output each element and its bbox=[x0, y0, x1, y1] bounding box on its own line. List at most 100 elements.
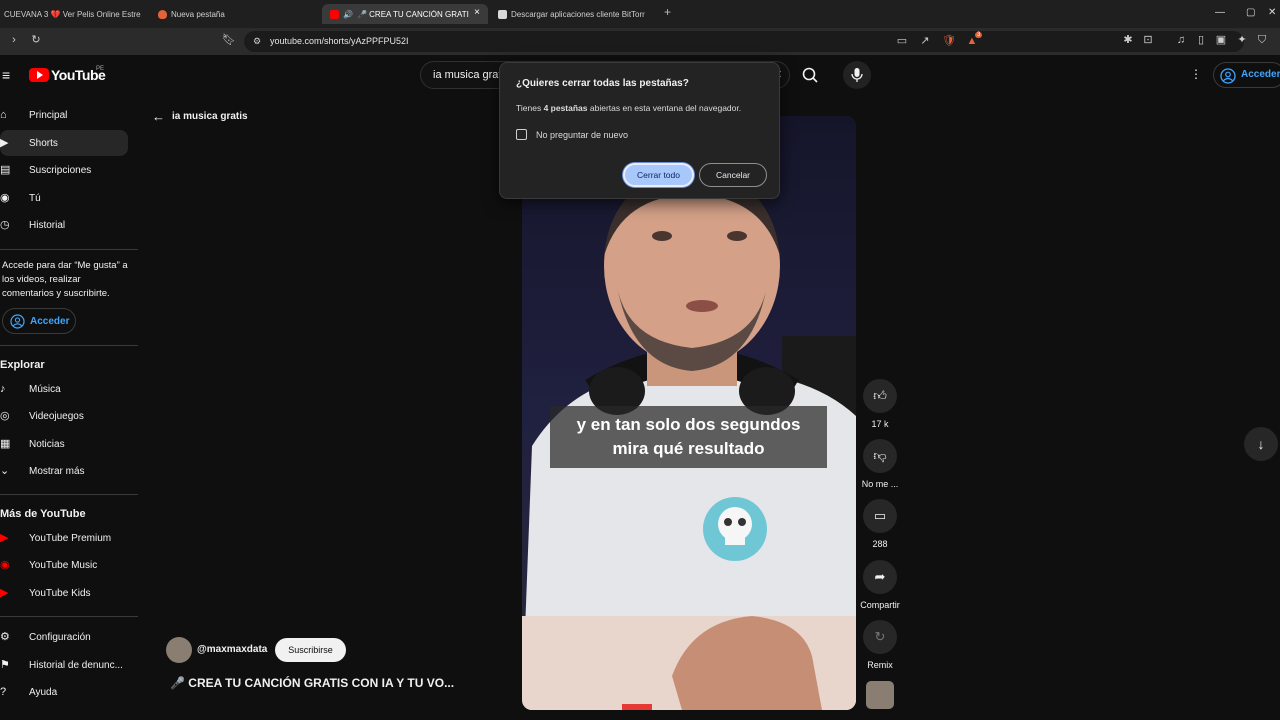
sidebar-item-videojuegos[interactable]: ◎ Videojuegos bbox=[0, 403, 128, 429]
subscribe-button[interactable]: Suscribirse bbox=[275, 638, 346, 662]
browser-tab-youtube[interactable]: 🔊 🎤 CREA TU CANCIÓN GRATI × bbox=[322, 4, 488, 24]
sidebar-item-label: Tú bbox=[29, 193, 41, 204]
cast-icon[interactable]: ▭ bbox=[896, 35, 908, 47]
history-icon: ◷ bbox=[0, 219, 10, 231]
search-query[interactable]: ia musica grat bbox=[433, 69, 501, 81]
sidebar-toggle-icon[interactable]: ▯ bbox=[1195, 34, 1207, 46]
back-label[interactable]: ia musica gratis bbox=[172, 111, 248, 122]
reload-icon[interactable]: ↻ bbox=[30, 34, 42, 46]
back-arrow-icon[interactable]: ← bbox=[152, 109, 165, 124]
thumbs-down-icon[interactable]: 👎︎ bbox=[863, 439, 897, 473]
dont-ask-again-checkbox[interactable] bbox=[516, 129, 527, 140]
maximize-window-icon[interactable]: ▢ bbox=[1246, 7, 1255, 18]
more-options-icon[interactable]: ⋮ bbox=[1190, 67, 1202, 81]
sidebar-signin-button[interactable]: Acceder bbox=[2, 308, 76, 334]
browser-tab-cuevana[interactable]: CUEVANA 3 💔 Ver Pelis Online Estre bbox=[4, 4, 144, 24]
cancel-button[interactable]: Cancelar bbox=[699, 163, 767, 187]
brave-shields-icon[interactable]: 🛡︎ bbox=[942, 35, 956, 47]
extensions-icon[interactable]: ✱ bbox=[1122, 34, 1134, 46]
thumbs-up-icon[interactable]: 👍︎ bbox=[863, 379, 897, 413]
sidebar: ⌂ Principal ▶ Shorts ▤ Suscripciones ◉ T… bbox=[0, 95, 140, 720]
rewards-badge: 3 bbox=[975, 32, 983, 38]
leo-ai-icon[interactable]: ✦ bbox=[1236, 34, 1248, 46]
comments-action[interactable]: ▭ 288 bbox=[860, 499, 900, 549]
help-icon: ? bbox=[0, 686, 7, 698]
sidebar-item-label: Videojuegos bbox=[29, 411, 84, 422]
sidebar-item-musica[interactable]: ♪ Música bbox=[0, 376, 128, 402]
sidebar-item-label: Historial de denunc... bbox=[29, 660, 123, 671]
dialog-title: ¿Quieres cerrar todas las pestañas? bbox=[516, 78, 689, 89]
dislike-action[interactable]: 👎︎ No me ... bbox=[860, 439, 900, 489]
arrow-down-icon: ↓ bbox=[1257, 436, 1265, 452]
close-tab-icon[interactable]: × bbox=[474, 7, 480, 18]
menu-hamburger-icon[interactable]: ≡ bbox=[2, 67, 10, 83]
dialog-body-suffix: abiertas en esta ventana del navegador. bbox=[587, 103, 742, 113]
bookmark-icon[interactable]: 🔖︎ bbox=[222, 34, 236, 46]
speaker-icon[interactable]: 🔊 bbox=[343, 10, 353, 19]
like-count: 17 k bbox=[871, 419, 889, 429]
microphone-icon bbox=[851, 68, 863, 82]
share-label: Compartir bbox=[860, 600, 900, 610]
chevron-down-icon: ⌄ bbox=[0, 465, 10, 477]
sidebar-item-youtube-premium[interactable]: ▶ YouTube Premium bbox=[0, 525, 128, 551]
media-icon[interactable]: ♫ bbox=[1175, 34, 1187, 46]
youtube-music-icon: ◉ bbox=[0, 559, 10, 571]
dialog-body-prefix: Tienes bbox=[516, 103, 544, 113]
account-icon bbox=[10, 314, 25, 329]
sidebar-item-youtube-kids[interactable]: ▶ YouTube Kids bbox=[0, 580, 128, 606]
channel-name[interactable]: @maxmaxdata bbox=[197, 644, 267, 655]
screenshot-icon[interactable]: ⊡ bbox=[1142, 34, 1154, 46]
channel-avatar[interactable] bbox=[166, 637, 192, 663]
comment-icon[interactable]: ▭ bbox=[863, 499, 897, 533]
wallet-icon[interactable]: ▣ bbox=[1215, 34, 1227, 46]
channel-thumbnail-icon[interactable] bbox=[866, 681, 894, 709]
youtube-logo-icon[interactable] bbox=[29, 68, 49, 82]
share-action[interactable]: ➦ Compartir bbox=[860, 560, 900, 610]
sidebar-item-historial[interactable]: ◷ Historial bbox=[0, 212, 128, 238]
tab-title: 🎤 CREA TU CANCIÓN GRATI bbox=[356, 9, 469, 19]
close-window-icon[interactable]: ✕ bbox=[1268, 7, 1276, 18]
like-action[interactable]: 👍︎ 17 k bbox=[860, 379, 900, 429]
sidebar-divider bbox=[0, 494, 138, 495]
sidebar-item-principal[interactable]: ⌂ Principal bbox=[0, 102, 128, 128]
next-video-button[interactable]: ↓ bbox=[1244, 427, 1278, 461]
sidebar-item-shorts[interactable]: ▶ Shorts bbox=[0, 130, 128, 156]
new-tab-plus-icon[interactable]: + bbox=[664, 5, 671, 19]
url-text[interactable]: youtube.com/shorts/yAzPPFPU52I bbox=[270, 36, 409, 46]
remix-icon[interactable]: ↻ bbox=[863, 620, 897, 654]
sidebar-item-tu[interactable]: ◉ Tú bbox=[0, 185, 128, 211]
share-page-icon[interactable]: ↗ bbox=[919, 35, 931, 47]
comments-count: 288 bbox=[872, 539, 888, 549]
site-info-icon[interactable]: ⚙︎ bbox=[251, 35, 263, 47]
voice-search-button[interactable] bbox=[843, 61, 871, 89]
sidebar-item-youtube-music[interactable]: ◉ YouTube Music bbox=[0, 552, 128, 578]
sidebar-item-label: YouTube Music bbox=[29, 560, 98, 571]
close-all-button[interactable]: Cerrar todo bbox=[623, 163, 694, 187]
dont-ask-again-label[interactable]: No preguntar de nuevo bbox=[536, 130, 628, 140]
user-icon: ◉ bbox=[0, 192, 10, 204]
remix-action[interactable]: ↻ Remix bbox=[860, 620, 900, 670]
browser-tab-new-tab[interactable]: Nueva pestaña bbox=[158, 4, 308, 24]
tab-title: Nueva pestaña bbox=[171, 9, 225, 19]
minimize-window-icon[interactable]: — bbox=[1215, 7, 1225, 18]
sidebar-divider bbox=[0, 616, 138, 617]
share-icon[interactable]: ➦ bbox=[863, 560, 897, 594]
search-button[interactable] bbox=[790, 61, 830, 89]
signin-button[interactable]: Acceder bbox=[1213, 62, 1280, 88]
report-history-icon: ⚑ bbox=[0, 659, 10, 671]
vpn-icon[interactable]: ⛉ bbox=[1256, 34, 1268, 46]
tab-title: CUEVANA 3 💔 Ver Pelis Online Estre bbox=[4, 9, 141, 19]
browser-tab-bittorrent[interactable]: Descargar aplicaciones cliente BitTorr bbox=[498, 4, 650, 24]
address-bar[interactable]: ⚙︎ youtube.com/shorts/yAzPPFPU52I ▭ ↗ 🛡︎… bbox=[244, 31, 1244, 52]
shorts-video-player[interactable]: y en tan solo dos segundos mira qué resu… bbox=[522, 116, 856, 710]
sidebar-item-mostrar-mas[interactable]: ⌄ Mostrar más bbox=[0, 458, 128, 484]
sidebar-item-configuracion[interactable]: ⚙ Configuración bbox=[0, 624, 128, 650]
video-title[interactable]: 🎤 CREA TU CANCIÓN GRATIS CON IA Y TU VO.… bbox=[170, 676, 454, 690]
forward-icon[interactable]: › bbox=[8, 34, 20, 46]
sidebar-item-ayuda[interactable]: ? Ayuda bbox=[0, 679, 128, 705]
sidebar-item-historial-denuncias[interactable]: ⚑ Historial de denunc... bbox=[0, 652, 128, 678]
dialog-body: Tienes 4 pestañas abiertas en esta venta… bbox=[516, 103, 741, 113]
sidebar-item-noticias[interactable]: ▦ Noticias bbox=[0, 431, 128, 457]
sidebar-item-suscripciones[interactable]: ▤ Suscripciones bbox=[0, 157, 128, 183]
more-youtube-section-title: Más de YouTube bbox=[0, 508, 86, 520]
